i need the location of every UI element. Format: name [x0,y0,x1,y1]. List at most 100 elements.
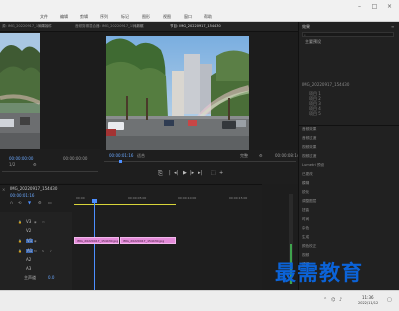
sequence-tab[interactable]: IMG_20220917_154430 [10,187,57,191]
program-scrubber[interactable] [104,161,296,162]
taskbar-date[interactable]: 2022/11/12 [358,301,378,306]
program-timecode: 00:00:01:16 [109,153,134,158]
lock-icon[interactable]: 🔒 [18,249,22,253]
track-label-v3[interactable]: V3 [26,220,31,224]
solo-icon[interactable]: S [42,249,44,253]
effect-category[interactable]: 锐化 [302,190,309,195]
mark-out-icon[interactable]: | [169,170,171,176]
effect-category[interactable]: 视频效果 [302,145,316,150]
settings-icon[interactable]: ⚙ [38,200,42,205]
effect-category[interactable]: 生成 [302,235,309,240]
master-volume[interactable]: 0.0 [48,276,54,280]
source-duration: 00:00:00:00 [63,156,88,161]
menu-bar: 文件 编辑 剪辑 序列 标记 图形 视图 窗口 帮助 – □ × [0,0,399,22]
effect-category[interactable]: 视频过渡 [302,154,316,159]
step-back-icon[interactable]: ◂| [174,170,178,176]
eye-icon[interactable]: ◉ [34,239,37,243]
effect-category[interactable]: 时间 [302,217,309,222]
program-fit[interactable]: 适合 [137,154,145,158]
chevron-up-icon[interactable]: ⌃ [323,297,327,303]
effects-panel-title: 效果 [302,24,310,29]
ruler-tick: 00:00:05:00 [128,196,147,200]
timeline-clip[interactable]: IMG_20220917_154430.jpg [120,237,176,244]
effect-category[interactable]: 已更改 [302,172,313,177]
export-frame-icon[interactable]: ⬚ [211,170,216,176]
effect-category[interactable]: 颜色校正 [302,244,316,249]
menu-file[interactable]: 文件 [40,15,48,19]
snap-icon[interactable]: ∩ [10,200,13,205]
wrench-icon[interactable]: ⚙ [33,162,37,167]
close-icon[interactable]: × [385,2,394,11]
track-label-v1[interactable]: V1 [26,239,34,243]
go-to-out-icon[interactable]: ▸| [198,170,202,176]
tab-metadata[interactable]: 元数据 [133,24,144,29]
network-icon[interactable]: ⌬ [331,297,335,303]
eye-icon[interactable]: ◉ [34,220,37,224]
menu-marker[interactable]: 标记 [121,15,129,19]
menu-window[interactable]: 窗口 [184,15,192,19]
divider [299,125,399,126]
street-scene-image [106,36,249,153]
panel-menu-icon[interactable]: ≡ [391,24,394,29]
menu-sequence[interactable]: 序列 [100,15,108,19]
track-label-master[interactable]: 主声道 [24,276,36,280]
effect-category[interactable]: 杂色 [302,226,309,231]
timeline-clip[interactable]: IMG_20220917_154430.jpg [74,237,119,244]
effects-panel: 效果 ≡ ⌕ 主要预设 IMG_20220917_154430 项目 1 项目 … [298,22,399,290]
close-icon[interactable]: × [2,187,5,192]
menu-edit[interactable]: 编辑 [60,15,68,19]
wrench-icon[interactable]: ⚙ [259,153,263,158]
notification-icon[interactable]: ▢ [387,297,392,303]
effect-category[interactable]: 音频过渡 [302,136,316,141]
menu-clip[interactable]: 剪辑 [80,15,88,19]
clip-label: IMG_20220917_154430.jpg [123,239,165,243]
captions-icon[interactable]: ▭ [48,200,52,205]
lock-icon[interactable]: 🔒 [18,239,22,243]
effect-category[interactable]: 调整图层 [302,199,316,204]
track-label-a1[interactable]: A1 [26,249,34,253]
timeline-playhead[interactable] [94,200,95,290]
ruler-tick: 00:00:10:00 [178,196,197,200]
list-item[interactable]: 项目 5 [309,112,321,116]
playhead-icon[interactable] [119,160,122,163]
menu-help[interactable]: 帮助 [204,15,212,19]
mic-icon[interactable]: ♪ [50,249,52,253]
lock-icon[interactable]: 🔒 [18,220,22,224]
add-button-icon[interactable]: + [219,170,223,176]
clip-label: IMG_20220917_154430.jpg [77,239,119,243]
taskbar-time[interactable]: 11:36 [362,296,374,300]
play-icon[interactable]: ▶ [183,170,187,176]
search-icon: ⌕ [304,33,306,37]
program-quality[interactable]: 完整 [240,154,248,158]
effect-category[interactable]: 模糊 [302,181,309,186]
tab-program[interactable]: 节目: IMG_20220917_154430 [170,24,221,29]
menu-graphics[interactable]: 图形 [142,15,150,19]
effect-category[interactable]: 视频 [302,253,309,258]
track-label-v2[interactable]: V2 [26,229,31,233]
menu-view[interactable]: 视图 [163,15,171,19]
work-area-bar[interactable] [74,204,176,205]
track-headers: V3 V2 V1 A1 A2 A3 主声道 0.0 🔒 ◉ ▭ 🔒 ◉ 🔒 M … [0,212,72,290]
mute-icon[interactable]: M [34,249,37,253]
linked-icon[interactable]: ⟲ [18,200,21,205]
volume-icon[interactable]: ♪ [339,297,342,303]
mark-in-icon[interactable]: ⎘ [158,170,163,178]
source-fit[interactable]: 1/2 [9,163,15,167]
minimize-icon[interactable]: – [355,2,364,11]
sync-icon[interactable]: ▭ [42,220,45,224]
track-label-a2[interactable]: A2 [26,258,31,262]
effect-category[interactable]: 扭曲 [302,208,309,213]
preset-header[interactable]: 主要预设 [305,40,321,44]
maximize-icon[interactable]: □ [370,2,379,11]
source-scrubber[interactable] [2,171,98,172]
marker-icon[interactable]: ▼ [28,200,31,205]
track-label-a3[interactable]: A3 [26,267,31,271]
effects-search-input[interactable]: ⌕ [302,32,394,37]
playhead-handle-icon[interactable] [92,199,97,203]
ruler-tick: 00:00 [76,196,85,200]
timeline-timecode: 00:00:01:16 [10,193,35,198]
effect-category[interactable]: Lumetri 预设 [302,163,324,168]
step-forward-icon[interactable]: |▸ [190,170,194,176]
effect-category[interactable]: 音频效果 [302,127,316,132]
tab-effect-controls[interactable]: 效果控件 [38,24,52,29]
